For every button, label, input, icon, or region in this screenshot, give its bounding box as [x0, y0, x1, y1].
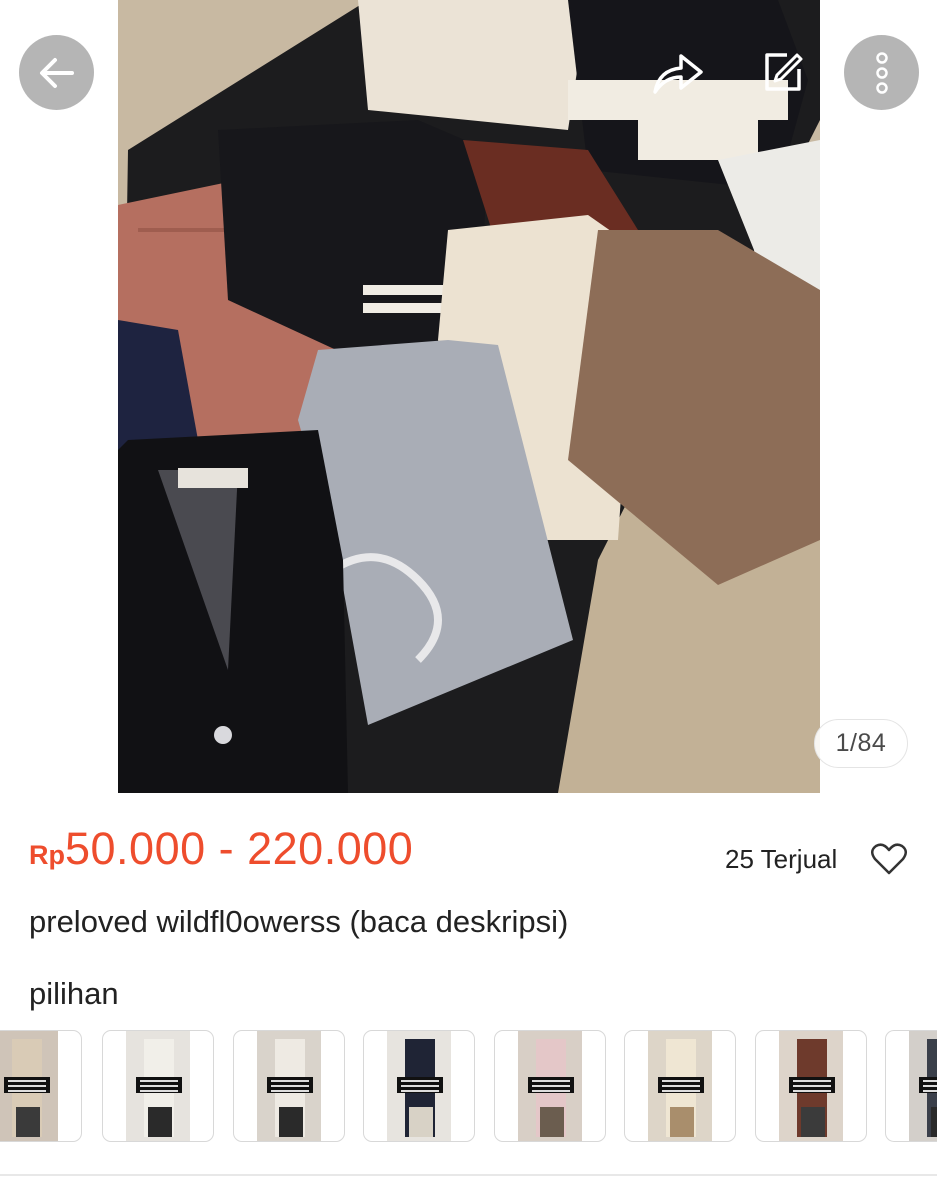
- variant-thumbnail-list: [0, 1030, 937, 1143]
- product-page: 1/84 Rp50.000 - 220.000 25 Terjual prelo…: [0, 0, 937, 1200]
- more-options-button[interactable]: [844, 35, 919, 110]
- variant-thumbnail[interactable]: [755, 1030, 867, 1142]
- variant-image: [779, 1031, 843, 1141]
- variant-thumbnail[interactable]: [885, 1030, 937, 1142]
- variant-image: [126, 1031, 190, 1141]
- image-counter: 1/84: [814, 719, 908, 768]
- back-button[interactable]: [19, 35, 94, 110]
- variant-image: [909, 1031, 937, 1141]
- variant-thumbnail[interactable]: [102, 1030, 214, 1142]
- variant-label-tag: [658, 1077, 704, 1093]
- variant-image: [387, 1031, 451, 1141]
- variant-label-tag: [919, 1077, 937, 1093]
- clothes-photo-illustration: [118, 0, 820, 793]
- heart-icon: [871, 843, 907, 875]
- variant-image: [518, 1031, 582, 1141]
- variant-label-tag: [267, 1077, 313, 1093]
- edit-button[interactable]: [750, 40, 816, 106]
- price-row: Rp50.000 - 220.000 25 Terjual: [0, 793, 937, 893]
- variant-label-tag: [789, 1077, 835, 1093]
- product-photo[interactable]: [118, 0, 820, 793]
- variant-label-tag: [4, 1077, 50, 1093]
- variant-thumbnail[interactable]: [233, 1030, 345, 1142]
- variant-image: [0, 1031, 58, 1141]
- variant-label-tag: [528, 1077, 574, 1093]
- variant-label-tag: [397, 1077, 443, 1093]
- variant-thumbnail[interactable]: [0, 1030, 82, 1142]
- product-price: Rp50.000 - 220.000: [29, 823, 413, 875]
- favorite-button[interactable]: [869, 839, 909, 879]
- section-divider: [0, 1174, 937, 1176]
- price-currency: Rp: [29, 840, 65, 870]
- product-title: preloved wildfl0owerss (baca deskripsi): [29, 904, 569, 939]
- variant-thumbnail[interactable]: [624, 1030, 736, 1142]
- share-button[interactable]: [645, 40, 711, 106]
- share-icon: [653, 54, 703, 94]
- edit-icon: [765, 53, 803, 91]
- product-image-gallery[interactable]: 1/84: [0, 0, 937, 793]
- more-vertical-icon: [875, 51, 888, 94]
- variant-image: [257, 1031, 321, 1141]
- variant-label-tag: [136, 1077, 182, 1093]
- variant-thumbnail[interactable]: [494, 1030, 606, 1142]
- variant-image: [648, 1031, 712, 1141]
- variant-thumbnail[interactable]: [363, 1030, 475, 1142]
- arrow-left-icon: [39, 57, 74, 88]
- sold-count: 25 Terjual: [725, 844, 838, 874]
- price-range: 50.000 - 220.000: [65, 823, 414, 874]
- options-label: pilihan: [29, 976, 119, 1011]
